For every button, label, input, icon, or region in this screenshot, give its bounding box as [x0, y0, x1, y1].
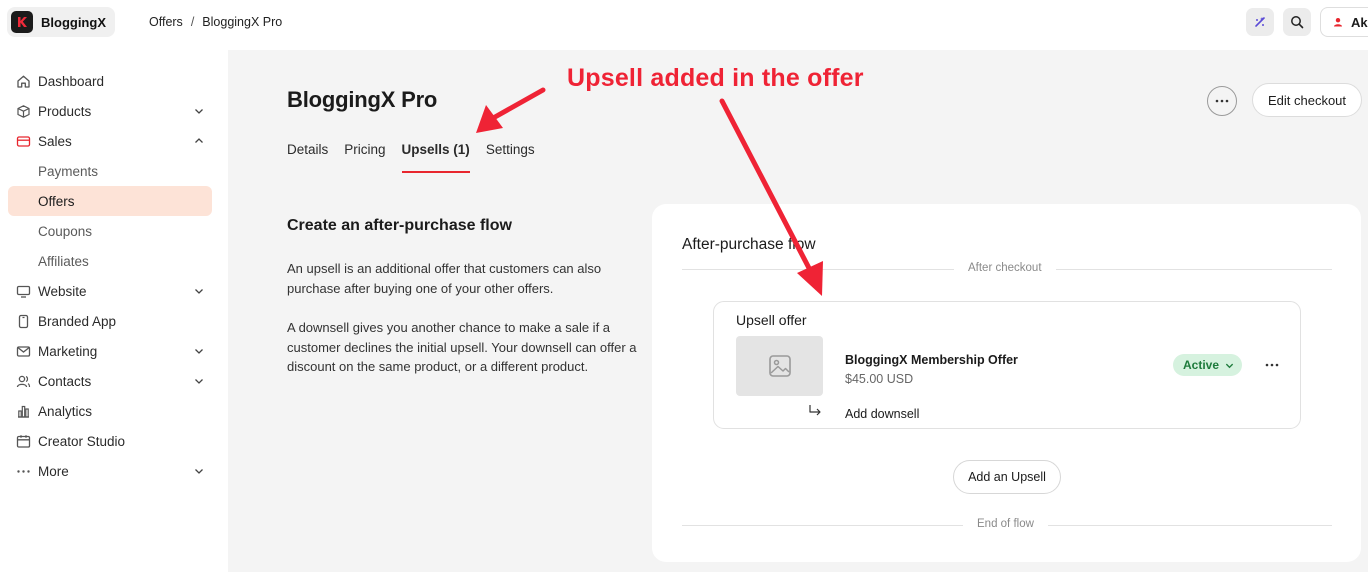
sidebar-item-label: Website	[38, 283, 87, 299]
sidebar-item-label: Creator Studio	[38, 433, 126, 449]
tab-settings[interactable]: Settings	[486, 142, 535, 173]
breadcrumb-separator: /	[190, 15, 195, 29]
breadcrumb: Offers / BloggingX Pro	[149, 15, 282, 29]
search-icon	[1291, 16, 1304, 29]
calendar-icon	[16, 434, 31, 449]
upsell-offer-row: Upsell offer BloggingX Membership Offer …	[713, 301, 1301, 429]
after-purchase-flow-card: After-purchase flow After checkout Upsel…	[652, 204, 1361, 562]
add-upsell-button[interactable]: Add an Upsell	[953, 460, 1061, 494]
sidebar-item-label: Payments	[38, 163, 99, 179]
phone-icon	[16, 314, 31, 329]
more-horizontal-icon	[1215, 99, 1229, 103]
upsell-description: An upsell is an additional offer that cu…	[287, 261, 602, 296]
sidebar-item-label: Sales	[38, 133, 72, 149]
tab-pricing[interactable]: Pricing	[344, 142, 385, 173]
brand-switcher[interactable]: BloggingX	[7, 7, 115, 37]
corner-down-right-icon	[809, 405, 821, 416]
sidebar-item-label: Affiliates	[38, 253, 89, 269]
box-icon	[16, 104, 31, 119]
top-bar: BloggingX Offers / BloggingX Pro Ak	[0, 0, 1368, 50]
flow-start-label: After checkout	[954, 262, 1056, 274]
more-options-button[interactable]	[1207, 86, 1237, 116]
offer-price: $45.00 USD	[845, 372, 914, 386]
brand-name: BloggingX	[41, 14, 106, 30]
sidebar-item-label: More	[38, 463, 69, 479]
sidebar-item-analytics[interactable]: Analytics	[8, 396, 212, 426]
home-icon	[16, 74, 31, 89]
image-placeholder-icon	[768, 355, 791, 377]
sparkle-icon	[1255, 17, 1265, 27]
sidebar-item-label: Contacts	[38, 373, 92, 389]
sidebar-item-more[interactable]: More	[8, 456, 212, 486]
sidebar-item-marketing[interactable]: Marketing	[8, 336, 212, 366]
breadcrumb-offers[interactable]: Offers	[149, 15, 183, 29]
sidebar-item-payments[interactable]: Payments	[8, 156, 212, 186]
user-avatar-icon	[1334, 18, 1342, 27]
flow-card-title: After-purchase flow	[682, 236, 816, 253]
section-heading: Create an after-purchase flow	[287, 217, 512, 234]
sidebar-item-label: Analytics	[38, 403, 93, 419]
sidebar-item-creator-studio[interactable]: Creator Studio	[8, 426, 212, 456]
sidebar-item-dashboard[interactable]: Dashboard	[8, 66, 212, 96]
user-initials: Ak	[1351, 14, 1368, 30]
breadcrumb-current: BloggingX Pro	[202, 15, 283, 29]
arrow-to-tab	[476, 87, 546, 133]
chevron-down-icon	[195, 349, 203, 354]
chevron-down-icon	[195, 109, 203, 114]
status-label: Active	[1183, 358, 1220, 372]
mail-icon	[16, 344, 31, 359]
sidebar-item-label: Offers	[38, 193, 75, 209]
sidebar-item-contacts[interactable]: Contacts	[8, 366, 212, 396]
credit-card-icon	[16, 134, 31, 149]
annotation-text: Upsell added in the offer	[567, 64, 864, 92]
sidebar-item-label: Branded App	[38, 313, 117, 329]
search-button[interactable]	[1283, 8, 1311, 36]
top-actions: Ak	[1246, 7, 1368, 37]
more-horizontal-icon	[1265, 363, 1279, 367]
users-icon	[16, 374, 31, 389]
sidebar-item-offers[interactable]: Offers	[8, 186, 212, 216]
sidebar-item-label: Products	[38, 103, 92, 119]
edit-checkout-button[interactable]: Edit checkout	[1252, 83, 1362, 117]
tab-upsells[interactable]: Upsells (1)	[401, 142, 470, 173]
monitor-icon	[16, 284, 31, 299]
chevron-down-icon	[1225, 363, 1234, 368]
row-menu-button[interactable]	[1264, 357, 1280, 373]
downsell-description: A downsell gives you another chance to m…	[287, 320, 637, 374]
tab-details[interactable]: Details	[287, 142, 328, 173]
chevron-down-icon	[195, 379, 203, 384]
add-downsell-link[interactable]: Add downsell	[845, 407, 919, 421]
page-title: BloggingX Pro	[287, 87, 438, 112]
status-dropdown[interactable]: Active	[1173, 354, 1243, 376]
sidebar-item-affiliates[interactable]: Affiliates	[8, 246, 212, 276]
tab-bar: Details Pricing Upsells (1) Settings	[287, 142, 551, 173]
chevron-down-icon	[195, 469, 203, 474]
upsell-heading: Upsell offer	[736, 312, 807, 328]
sparkle-button[interactable]	[1246, 8, 1274, 36]
offer-name[interactable]: BloggingX Membership Offer	[845, 353, 1018, 367]
sidebar-item-label: Dashboard	[38, 73, 105, 89]
user-menu-button[interactable]: Ak	[1320, 7, 1368, 37]
sidebar-item-label: Coupons	[38, 223, 93, 239]
bar-chart-icon	[16, 404, 31, 419]
sidebar-item-products[interactable]: Products	[8, 96, 212, 126]
sidebar-item-coupons[interactable]: Coupons	[8, 216, 212, 246]
sidebar: Dashboard Products Sales Payments Offers…	[0, 50, 228, 572]
sidebar-item-branded-app[interactable]: Branded App	[8, 306, 212, 336]
brand-logo-icon	[11, 11, 33, 33]
sidebar-item-website[interactable]: Website	[8, 276, 212, 306]
chevron-up-icon	[195, 138, 203, 143]
sidebar-item-sales[interactable]: Sales	[8, 126, 212, 156]
sidebar-item-label: Marketing	[38, 343, 98, 359]
flow-end-label: End of flow	[963, 518, 1048, 530]
chevron-down-icon	[195, 289, 203, 294]
ellipsis-icon	[16, 464, 31, 479]
offer-thumbnail	[736, 336, 823, 396]
